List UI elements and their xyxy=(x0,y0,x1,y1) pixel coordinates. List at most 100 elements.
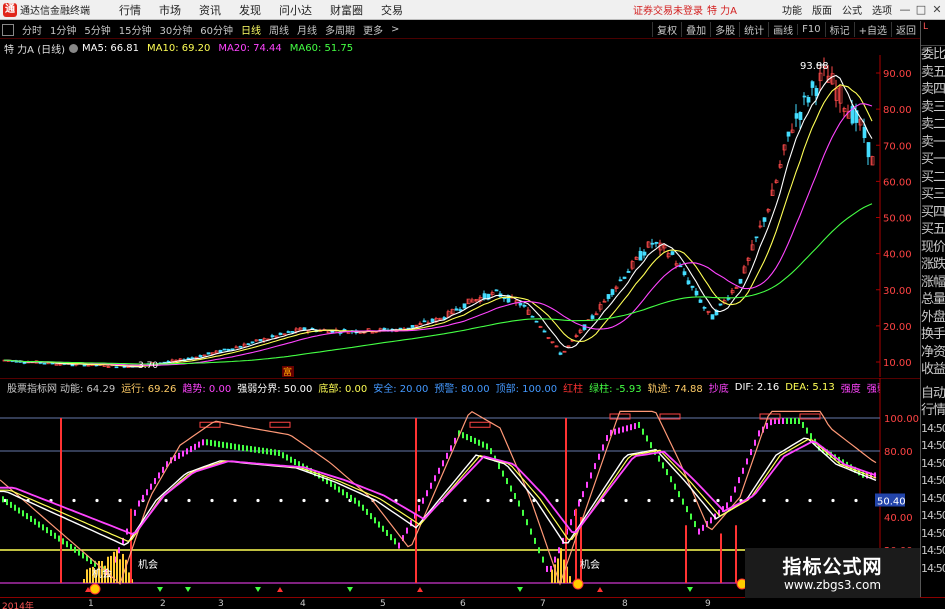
divider-dot xyxy=(118,498,122,503)
strength-bar xyxy=(446,452,448,459)
strength-bar xyxy=(2,496,4,503)
menu-discover[interactable]: 发现 xyxy=(230,2,270,18)
current-stock-name: 特 力A xyxy=(706,6,737,17)
multi-stock-button[interactable]: 多股 xyxy=(710,22,739,37)
side-quote-label: 买二 xyxy=(921,169,945,185)
statistics-button[interactable]: 统计 xyxy=(739,22,768,37)
signal-spike xyxy=(60,418,62,583)
side-time-label: 14:50 xyxy=(921,544,945,557)
strength-bar xyxy=(614,428,616,435)
draw-line-button[interactable]: 画线 xyxy=(768,22,797,37)
candle-body xyxy=(70,364,75,367)
candle-body xyxy=(610,289,615,295)
side-quote-label: 外盘 xyxy=(921,309,945,325)
strength-bar xyxy=(394,538,396,545)
login-warning[interactable]: 证券交易未登录 xyxy=(633,2,703,17)
strength-bar xyxy=(726,502,728,509)
candle-body xyxy=(270,335,275,338)
side-mode-label[interactable]: 自动 xyxy=(921,385,945,403)
side-quote-label: 卖三 xyxy=(921,99,945,115)
side-time-label: 14:50 xyxy=(921,439,945,452)
candle-body xyxy=(398,327,403,330)
menu-trade[interactable]: 交易 xyxy=(372,2,412,18)
settings-dot-icon[interactable] xyxy=(69,43,79,53)
strength-bar xyxy=(78,549,80,556)
strength-bar xyxy=(746,458,748,465)
strength-bar xyxy=(418,505,420,512)
tab-monthly[interactable]: 月线 xyxy=(293,22,321,37)
menu-market[interactable]: 市场 xyxy=(150,2,190,18)
menu-layout[interactable]: 版面 xyxy=(807,2,837,17)
kline-chart[interactable]: 90.00 80.00 70.00 60.00 50.00 40.00 30.00 20.00… xyxy=(0,55,920,377)
strength-bar xyxy=(510,485,512,492)
strength-bar xyxy=(226,442,228,449)
adjust-button[interactable]: 复权 xyxy=(652,22,681,37)
grid-icon[interactable] xyxy=(2,23,14,36)
tab-more[interactable]: 更多 xyxy=(359,22,387,37)
back-button[interactable]: 返回 xyxy=(891,22,920,37)
candle-body xyxy=(222,348,227,351)
side-time-label: 14:50 xyxy=(921,526,945,540)
strength-bar xyxy=(22,510,24,517)
candle-body xyxy=(798,111,803,120)
strength-bar xyxy=(598,453,600,460)
arrow-up-icon xyxy=(597,587,603,592)
candle-body xyxy=(458,309,463,311)
menu-news[interactable]: 资讯 xyxy=(190,2,230,18)
candle-body xyxy=(542,330,547,333)
strength-bar xyxy=(150,483,152,490)
menu-xiaoda[interactable]: 问小达 xyxy=(270,2,321,18)
strength-bar xyxy=(558,547,560,554)
tab-60min[interactable]: 60分钟 xyxy=(196,22,237,37)
side-quote-label: 卖四 xyxy=(921,82,945,97)
menu-formula[interactable]: 公式 xyxy=(837,2,867,17)
menu-wealth-circle[interactable]: 财富圈 xyxy=(321,2,372,18)
tab-multi-period[interactable]: 多周期 xyxy=(321,22,359,37)
strength-bar xyxy=(270,448,272,455)
signal-spike xyxy=(735,525,737,583)
add-favorite-button[interactable]: +自选 xyxy=(853,22,891,37)
mark-button[interactable]: 标记 xyxy=(824,22,854,37)
candle-body xyxy=(454,308,459,311)
side-mode-label[interactable]: 行情 xyxy=(921,402,945,420)
strength-bar xyxy=(290,456,292,463)
strength-bar xyxy=(650,442,652,449)
divider-dot xyxy=(716,498,720,503)
tab-30min[interactable]: 30分钟 xyxy=(155,22,196,37)
f10-button[interactable]: F10 xyxy=(797,24,824,35)
strength-bar xyxy=(70,543,72,550)
ma5-line xyxy=(3,74,873,368)
close-icon[interactable]: ✕ xyxy=(929,3,945,16)
strength-bar xyxy=(682,498,684,505)
date-month: 6 xyxy=(460,599,466,609)
indicator-axis-label: 80.00 xyxy=(884,447,913,458)
side-quote-label: 买一 xyxy=(921,152,945,167)
strength-bar xyxy=(794,418,796,424)
tab-daily[interactable]: 日线 xyxy=(237,22,265,37)
tab-1min[interactable]: 1分钟 xyxy=(46,22,80,37)
maximize-icon[interactable]: □ xyxy=(913,3,929,16)
strength-bar xyxy=(678,491,680,498)
side-corner[interactable]: L xyxy=(921,21,945,46)
strength-bar xyxy=(470,435,472,442)
menu-quotes[interactable]: 行情 xyxy=(110,2,150,18)
strength-bar xyxy=(202,439,204,446)
strength-bar xyxy=(474,437,476,444)
tab-intraday[interactable]: 分时 xyxy=(18,22,46,37)
menu-options[interactable]: 选项 xyxy=(867,2,897,17)
strength-bar xyxy=(50,529,52,536)
tab-15min[interactable]: 15分钟 xyxy=(115,22,156,37)
candle-body xyxy=(802,95,807,98)
candle-body xyxy=(866,142,871,158)
tab-5min[interactable]: 5分钟 xyxy=(80,22,114,37)
chevron-right-icon[interactable]: > xyxy=(387,24,403,35)
divider-dot xyxy=(831,498,835,503)
strength-bar xyxy=(582,491,584,498)
strength-bar xyxy=(38,521,40,528)
menu-function[interactable]: 功能 xyxy=(777,2,807,17)
side-quote-label: 买四 xyxy=(921,204,945,220)
tab-weekly[interactable]: 周线 xyxy=(265,22,293,37)
candle-body xyxy=(226,348,231,351)
minimize-icon[interactable]: — xyxy=(897,3,913,16)
overlay-button[interactable]: 叠加 xyxy=(681,22,710,37)
